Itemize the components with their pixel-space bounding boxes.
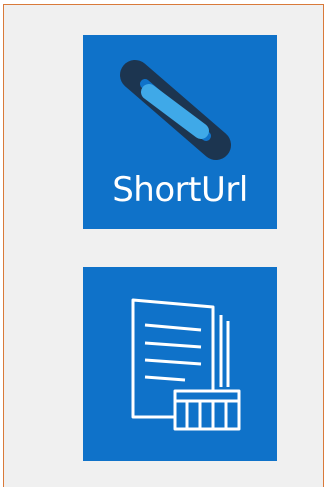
shorturl-tile[interactable]: ShortUrl (83, 35, 277, 229)
document-table-icon (131, 298, 241, 431)
document-list-tile[interactable] (83, 267, 277, 461)
shorturl-label: ShortUrl (112, 170, 248, 210)
chain-link-icon (120, 60, 231, 160)
app-panel: ShortUrl (3, 4, 324, 487)
